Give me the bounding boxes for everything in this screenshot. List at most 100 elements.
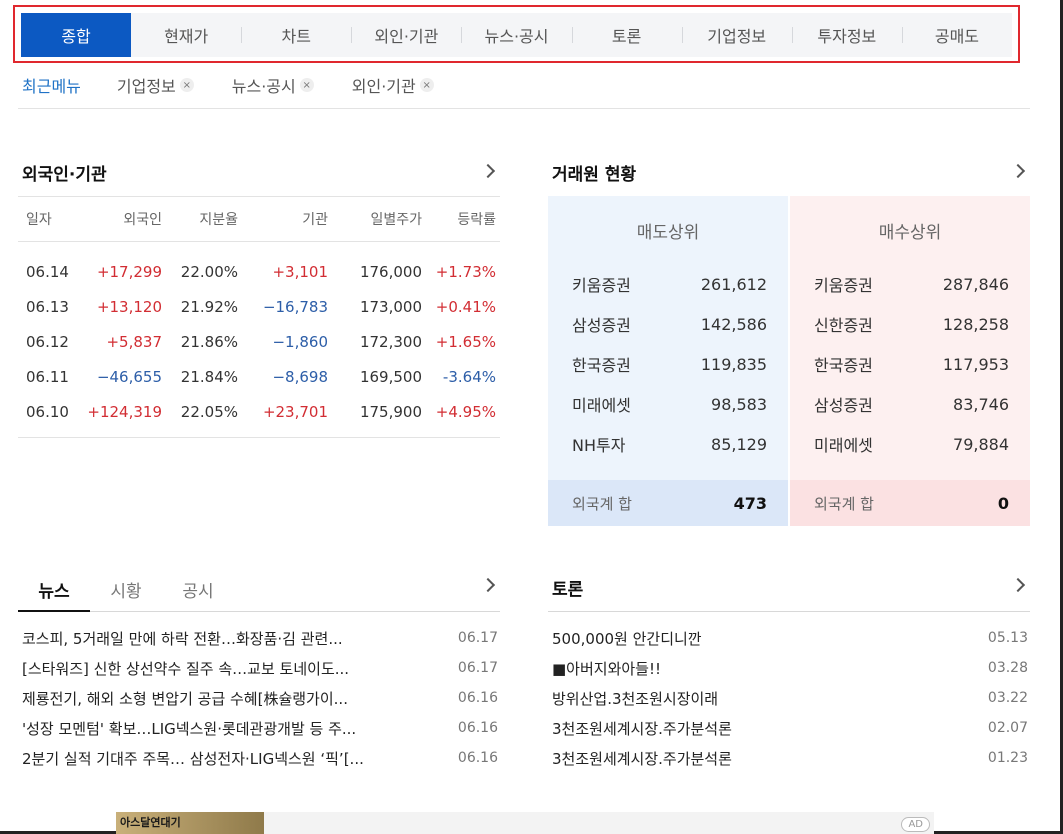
- ad-banner[interactable]: 아스달연대기 AD: [116, 812, 934, 834]
- foreign-sum-label: 외국계 합: [572, 494, 632, 513]
- broker-qty: 98,583: [711, 394, 767, 414]
- broker-name: NH투자: [572, 436, 626, 455]
- debate-title[interactable]: 방위산업.3천조원시장이래: [552, 688, 718, 709]
- broker-row: 키움증권 287,846: [790, 264, 1030, 304]
- broker-qty: 287,846: [942, 274, 1009, 294]
- recent-chip-news[interactable]: 뉴스·공시 ×: [232, 73, 314, 97]
- list-item[interactable]: 3천조원세계시장.주가분석론 02.07: [552, 713, 1028, 743]
- broker-name: 삼성증권: [572, 316, 631, 335]
- news-date: 06.16: [457, 720, 498, 736]
- broker-row: 한국증권 117,953: [790, 344, 1030, 384]
- sell-top-column: 매도상위 키움증권 261,612 삼성증권 142,586 한국증권 119,…: [548, 196, 788, 526]
- recent-chip-label[interactable]: 기업정보: [117, 73, 176, 97]
- debate-title[interactable]: ■아버지와아들!!: [552, 658, 661, 679]
- broker-row: 신한증권 128,258: [790, 304, 1030, 344]
- close-icon[interactable]: ×: [419, 78, 434, 92]
- recent-chip-company-info[interactable]: 기업정보 ×: [117, 73, 194, 97]
- ad-image[interactable]: 아스달연대기: [116, 812, 264, 834]
- news-title[interactable]: 코스피, 5거래일 만에 하락 전환…화장품·김 관련...: [22, 628, 343, 649]
- column-header: 기관: [302, 212, 328, 228]
- ratio-cell: 22.05%: [180, 402, 238, 421]
- broker-qty: 85,129: [711, 434, 767, 454]
- table-row: 06.12 +5,837 21.86% −1,860 172,300 +1.65…: [18, 324, 500, 359]
- divider: [18, 108, 1030, 109]
- tab-chart[interactable]: 차트: [241, 13, 351, 57]
- foreign-sum-value: 0: [997, 493, 1009, 513]
- recent-menu: 최근메뉴 기업정보 × 뉴스·공시 × 외인·기관 ×: [22, 70, 472, 100]
- list-item[interactable]: 제룡전기, 해외 소형 변압기 공급 수혜[株슐랭가이... 06.16: [22, 683, 498, 713]
- institution-cell: −16,783: [262, 297, 328, 316]
- debate-date: 03.22: [987, 690, 1028, 706]
- news-title[interactable]: 2분기 실적 기대주 주목… 삼성전자·LIG넥스원 ‘픽’[...: [22, 748, 364, 769]
- list-item[interactable]: [스타워즈] 신한 상선약수 질주 속…교보 토네이도... 06.17: [22, 653, 498, 683]
- main-tab-bar: 종합 현재가 차트 외인·기관 뉴스·공시 토론 기업정보 투자정보 공매도: [13, 5, 1020, 63]
- list-item[interactable]: '성장 모멘텀' 확보…LIG넥스원·롯데관광개발 등 주... 06.16: [22, 713, 498, 743]
- tab-news[interactable]: 뉴스: [18, 568, 90, 612]
- section-title-broker: 거래원 현황: [552, 165, 637, 185]
- tab-disclosure[interactable]: 공시: [162, 568, 234, 611]
- broker-qty: 119,835: [700, 354, 767, 374]
- news-title[interactable]: 제룡전기, 해외 소형 변압기 공급 수혜[株슐랭가이...: [22, 688, 348, 709]
- ratio-cell: 22.00%: [180, 262, 238, 281]
- tab-investment-info[interactable]: 투자정보: [791, 13, 902, 57]
- broker-row: NH투자 85,129: [548, 424, 788, 464]
- list-item[interactable]: 코스피, 5거래일 만에 하락 전환…화장품·김 관련... 06.17: [22, 623, 498, 653]
- change-cell: +0.41%: [435, 297, 496, 316]
- tab-short-selling[interactable]: 공매도: [901, 13, 1012, 57]
- news-date: 06.17: [457, 630, 498, 646]
- price-cell: 176,000: [359, 262, 422, 281]
- news-title[interactable]: [스타워즈] 신한 상선약수 질주 속…교보 토네이도...: [22, 658, 349, 679]
- institution-cell: +23,701: [262, 402, 328, 421]
- debate-title[interactable]: 500,000원 안간디니깐: [552, 628, 702, 649]
- recent-chip-label[interactable]: 외인·기관: [352, 73, 416, 97]
- list-item[interactable]: 3천조원세계시장.주가분석론 01.23: [552, 743, 1028, 773]
- list-item[interactable]: 2분기 실적 기대주 주목… 삼성전자·LIG넥스원 ‘픽’[... 06.16: [22, 743, 498, 773]
- change-cell: +4.95%: [435, 402, 496, 421]
- institution-cell: −8,698: [272, 367, 328, 386]
- price-cell: 173,000: [359, 297, 422, 316]
- table-row: 06.14 +17,299 22.00% +3,101 176,000 +1.7…: [18, 254, 500, 289]
- tab-summary[interactable]: 종합: [21, 13, 132, 57]
- broker-name: 키움증권: [572, 276, 631, 295]
- tab-market[interactable]: 시황: [90, 568, 162, 611]
- broker-row: 삼성증권 83,746: [790, 384, 1030, 424]
- broker-row: 키움증권 261,612: [548, 264, 788, 304]
- price-cell: 169,500: [359, 367, 422, 386]
- debate-date: 01.23: [987, 750, 1028, 766]
- news-date: 06.17: [457, 660, 498, 676]
- debate-title[interactable]: 3천조원세계시장.주가분석론: [552, 718, 732, 739]
- tab-debate[interactable]: 토론: [571, 13, 682, 57]
- broker-row: 한국증권 119,835: [548, 344, 788, 384]
- tab-current-price[interactable]: 현재가: [131, 13, 241, 57]
- broker-name: 한국증권: [814, 356, 873, 375]
- close-icon[interactable]: ×: [179, 78, 194, 92]
- list-item[interactable]: 방위산업.3천조원시장이래 03.22: [552, 683, 1028, 713]
- buy-top-header: 매수상위: [878, 222, 942, 243]
- foreign-institution-table: 일자 외국인 지분율 기관 일별주가 등락률 06.14 +17,299 22.…: [18, 196, 500, 438]
- list-item[interactable]: 500,000원 안간디니깐 05.13: [552, 623, 1028, 653]
- debate-date: 02.07: [987, 720, 1028, 736]
- ad-badge: AD: [901, 817, 930, 832]
- date-cell: 06.13: [26, 297, 69, 316]
- recent-chip-foreign[interactable]: 외인·기관 ×: [352, 73, 434, 97]
- close-icon[interactable]: ×: [299, 78, 314, 92]
- foreign-sum-value: 473: [733, 493, 767, 513]
- news-list: 코스피, 5거래일 만에 하락 전환…화장품·김 관련... 06.17 [스타…: [22, 623, 498, 773]
- tab-company-info[interactable]: 기업정보: [681, 13, 792, 57]
- tab-foreign-institution[interactable]: 외인·기관: [351, 13, 461, 57]
- news-title[interactable]: '성장 모멘텀' 확보…LIG넥스원·롯데관광개발 등 주...: [22, 718, 356, 739]
- tab-news-disclosure[interactable]: 뉴스·공시: [461, 13, 571, 57]
- foreign-sum-row: 외국계 합 0: [790, 480, 1030, 526]
- foreign-cell: +17,299: [96, 262, 162, 281]
- column-header: 일별주가: [370, 212, 422, 228]
- broker-name: 삼성증권: [814, 396, 873, 415]
- broker-qty: 83,746: [953, 394, 1009, 414]
- debate-date: 03.28: [987, 660, 1028, 676]
- column-header: 등락률: [457, 212, 496, 228]
- recent-chip-label[interactable]: 뉴스·공시: [232, 73, 296, 97]
- debate-title[interactable]: 3천조원세계시장.주가분석론: [552, 748, 732, 769]
- list-item[interactable]: ■아버지와아들!! 03.28: [552, 653, 1028, 683]
- change-cell: -3.64%: [442, 367, 496, 386]
- institution-cell: −1,860: [272, 332, 328, 351]
- date-cell: 06.11: [26, 367, 69, 386]
